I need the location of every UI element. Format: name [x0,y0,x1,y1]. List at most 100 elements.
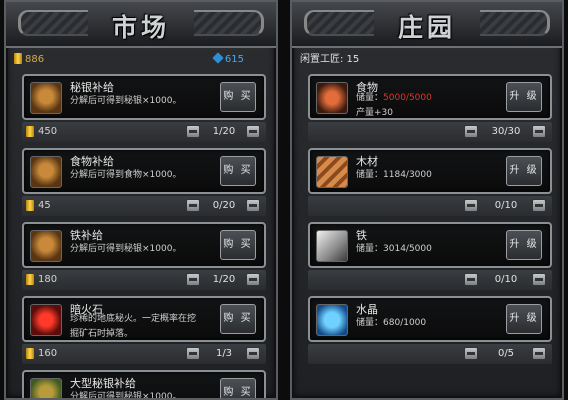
buy-button[interactable]: 购 买 [220,82,256,112]
currency-row: 886 615 [14,52,268,68]
idle-workers: 闲置工匠: 15 [300,54,360,65]
item-name: 食物补给 [70,155,114,168]
storage-label: 储量： [356,244,384,254]
resource-name: 水晶 [356,303,378,316]
manor-panel: 庄园 闲置工匠: 15 食物 储量：5000/5000 产量+30 升 级 30… [290,0,564,400]
chest-icon [30,230,62,262]
storage-label: 储量： [356,318,384,328]
storage-value: 3014/5000 [383,244,432,254]
item-cost: 45 [38,200,51,211]
decrease-button[interactable] [186,199,200,212]
item-desc: 分解后可得到秘银×1000。 [70,392,182,400]
manor-item-subrow: 0/5 [308,344,552,364]
purchase-count: 1/20 [212,126,236,137]
resource-production: 产量+30 [356,108,393,118]
market-item-subrow: 45 0/20 [22,196,266,216]
purchase-count: 1/3 [215,348,233,359]
decrease-button[interactable] [186,125,200,138]
crystal-icon [316,304,348,336]
decrease-button[interactable] [464,347,478,360]
resource-name: 铁 [356,229,367,242]
item-name: 铁补给 [70,229,103,242]
increase-button[interactable] [246,347,260,360]
increase-button[interactable] [532,347,546,360]
item-desc: 珍稀的地底秘火。一定概率在挖 [70,314,197,324]
increase-button[interactable] [532,199,546,212]
resource-storage: 储量：680/1000 [356,318,506,329]
chest-icon [30,82,62,114]
manor-item-card: 食物 储量：5000/5000 产量+30 升 级 [308,74,552,120]
decrease-button[interactable] [186,347,200,360]
worker-count: 0/5 [497,348,515,359]
worker-count: 0/10 [494,274,518,285]
buy-button[interactable]: 购 买 [220,304,256,334]
purchase-count: 0/20 [212,200,236,211]
market-item-card: 铁补给 分解后可得到秘银×1000。 购 买 [22,222,266,268]
buy-button[interactable]: 购 买 [220,156,256,186]
storage-value: 680/1000 [383,318,427,328]
storage-value: 5000/5000 [383,93,432,103]
manor-item-card: 水晶 储量：680/1000 升 级 [308,296,552,342]
storage-label: 储量： [356,93,384,103]
market-item-card: 秘银补给 分解后可得到秘银×1000。 购 买 [22,74,266,120]
market-item-card: 大型秘银补给 分解后可得到秘银×1000。 购 买 [22,370,266,400]
increase-button[interactable] [532,273,546,286]
upgrade-button[interactable]: 升 级 [506,156,542,186]
upgrade-button[interactable]: 升 级 [506,304,542,334]
wood-icon [316,156,348,188]
increase-button[interactable] [532,125,546,138]
crystal-amount: 615 [224,54,244,65]
storage-label: 储量： [356,170,384,180]
worker-count: 0/10 [494,200,518,211]
buy-button[interactable]: 购 买 [220,230,256,260]
gold-icon [26,348,34,359]
iron-icon [316,230,348,262]
buy-button[interactable]: 购 买 [220,378,256,398]
increase-button[interactable] [246,273,260,286]
market-title: 市场 [111,13,170,42]
gold-icon [26,126,34,137]
decrease-button[interactable] [464,199,478,212]
fire-stone-icon [30,304,62,336]
gold-icon [26,200,34,211]
manor-item-card: 木材 储量：1184/3000 升 级 [308,148,552,194]
item-desc: 分解后可得到秘银×1000。 [70,244,182,254]
market-panel: 市场 886 615 秘银补给 分解后可得到秘银×1000。 购 买 450 1… [4,0,278,400]
manor-item-card: 铁 储量：3014/5000 升 级 [308,222,552,268]
gold-icon [14,53,22,64]
market-item-subrow: 450 1/20 [22,122,266,142]
resource-name: 木材 [356,155,378,168]
purchase-count: 1/20 [212,274,236,285]
storage-value: 1184/3000 [383,170,432,180]
item-name: 大型秘银补给 [70,377,136,390]
manor-title: 庄园 [397,13,456,42]
item-cost: 180 [38,274,58,285]
manor-item-subrow: 0/10 [308,196,552,216]
gold-amount: 886 [25,54,45,65]
increase-button[interactable] [246,125,260,138]
upgrade-button[interactable]: 升 级 [506,230,542,260]
market-item-subrow: 180 1/20 [22,270,266,290]
decrease-button[interactable] [464,273,478,286]
item-desc-line2: 掘矿石时掉落。 [70,329,134,339]
manor-title-bar: 庄园 [292,2,562,48]
item-cost: 450 [38,126,58,137]
market-item-card: 食物补给 分解后可得到食物×1000。 购 买 [22,148,266,194]
decrease-button[interactable] [186,273,200,286]
upgrade-button[interactable]: 升 级 [506,82,542,112]
manor-item-subrow: 30/30 [308,122,552,142]
market-title-bar: 市场 [6,2,276,48]
item-desc: 分解后可得到秘银×1000。 [70,96,182,106]
meat-icon [316,82,348,114]
decrease-button[interactable] [464,125,478,138]
market-item-card: 暗火石 珍稀的地底秘火。一定概率在挖 掘矿石时掉落。 购 买 [22,296,266,342]
item-name: 秘银补给 [70,81,114,94]
gold-icon [26,274,34,285]
resource-storage: 储量：5000/5000 [356,93,506,104]
worker-count: 30/30 [491,126,521,137]
chest-icon [30,156,62,188]
manor-item-subrow: 0/10 [308,270,552,290]
chest-icon [30,378,62,398]
increase-button[interactable] [246,199,260,212]
market-item-subrow: 160 1/3 [22,344,266,364]
